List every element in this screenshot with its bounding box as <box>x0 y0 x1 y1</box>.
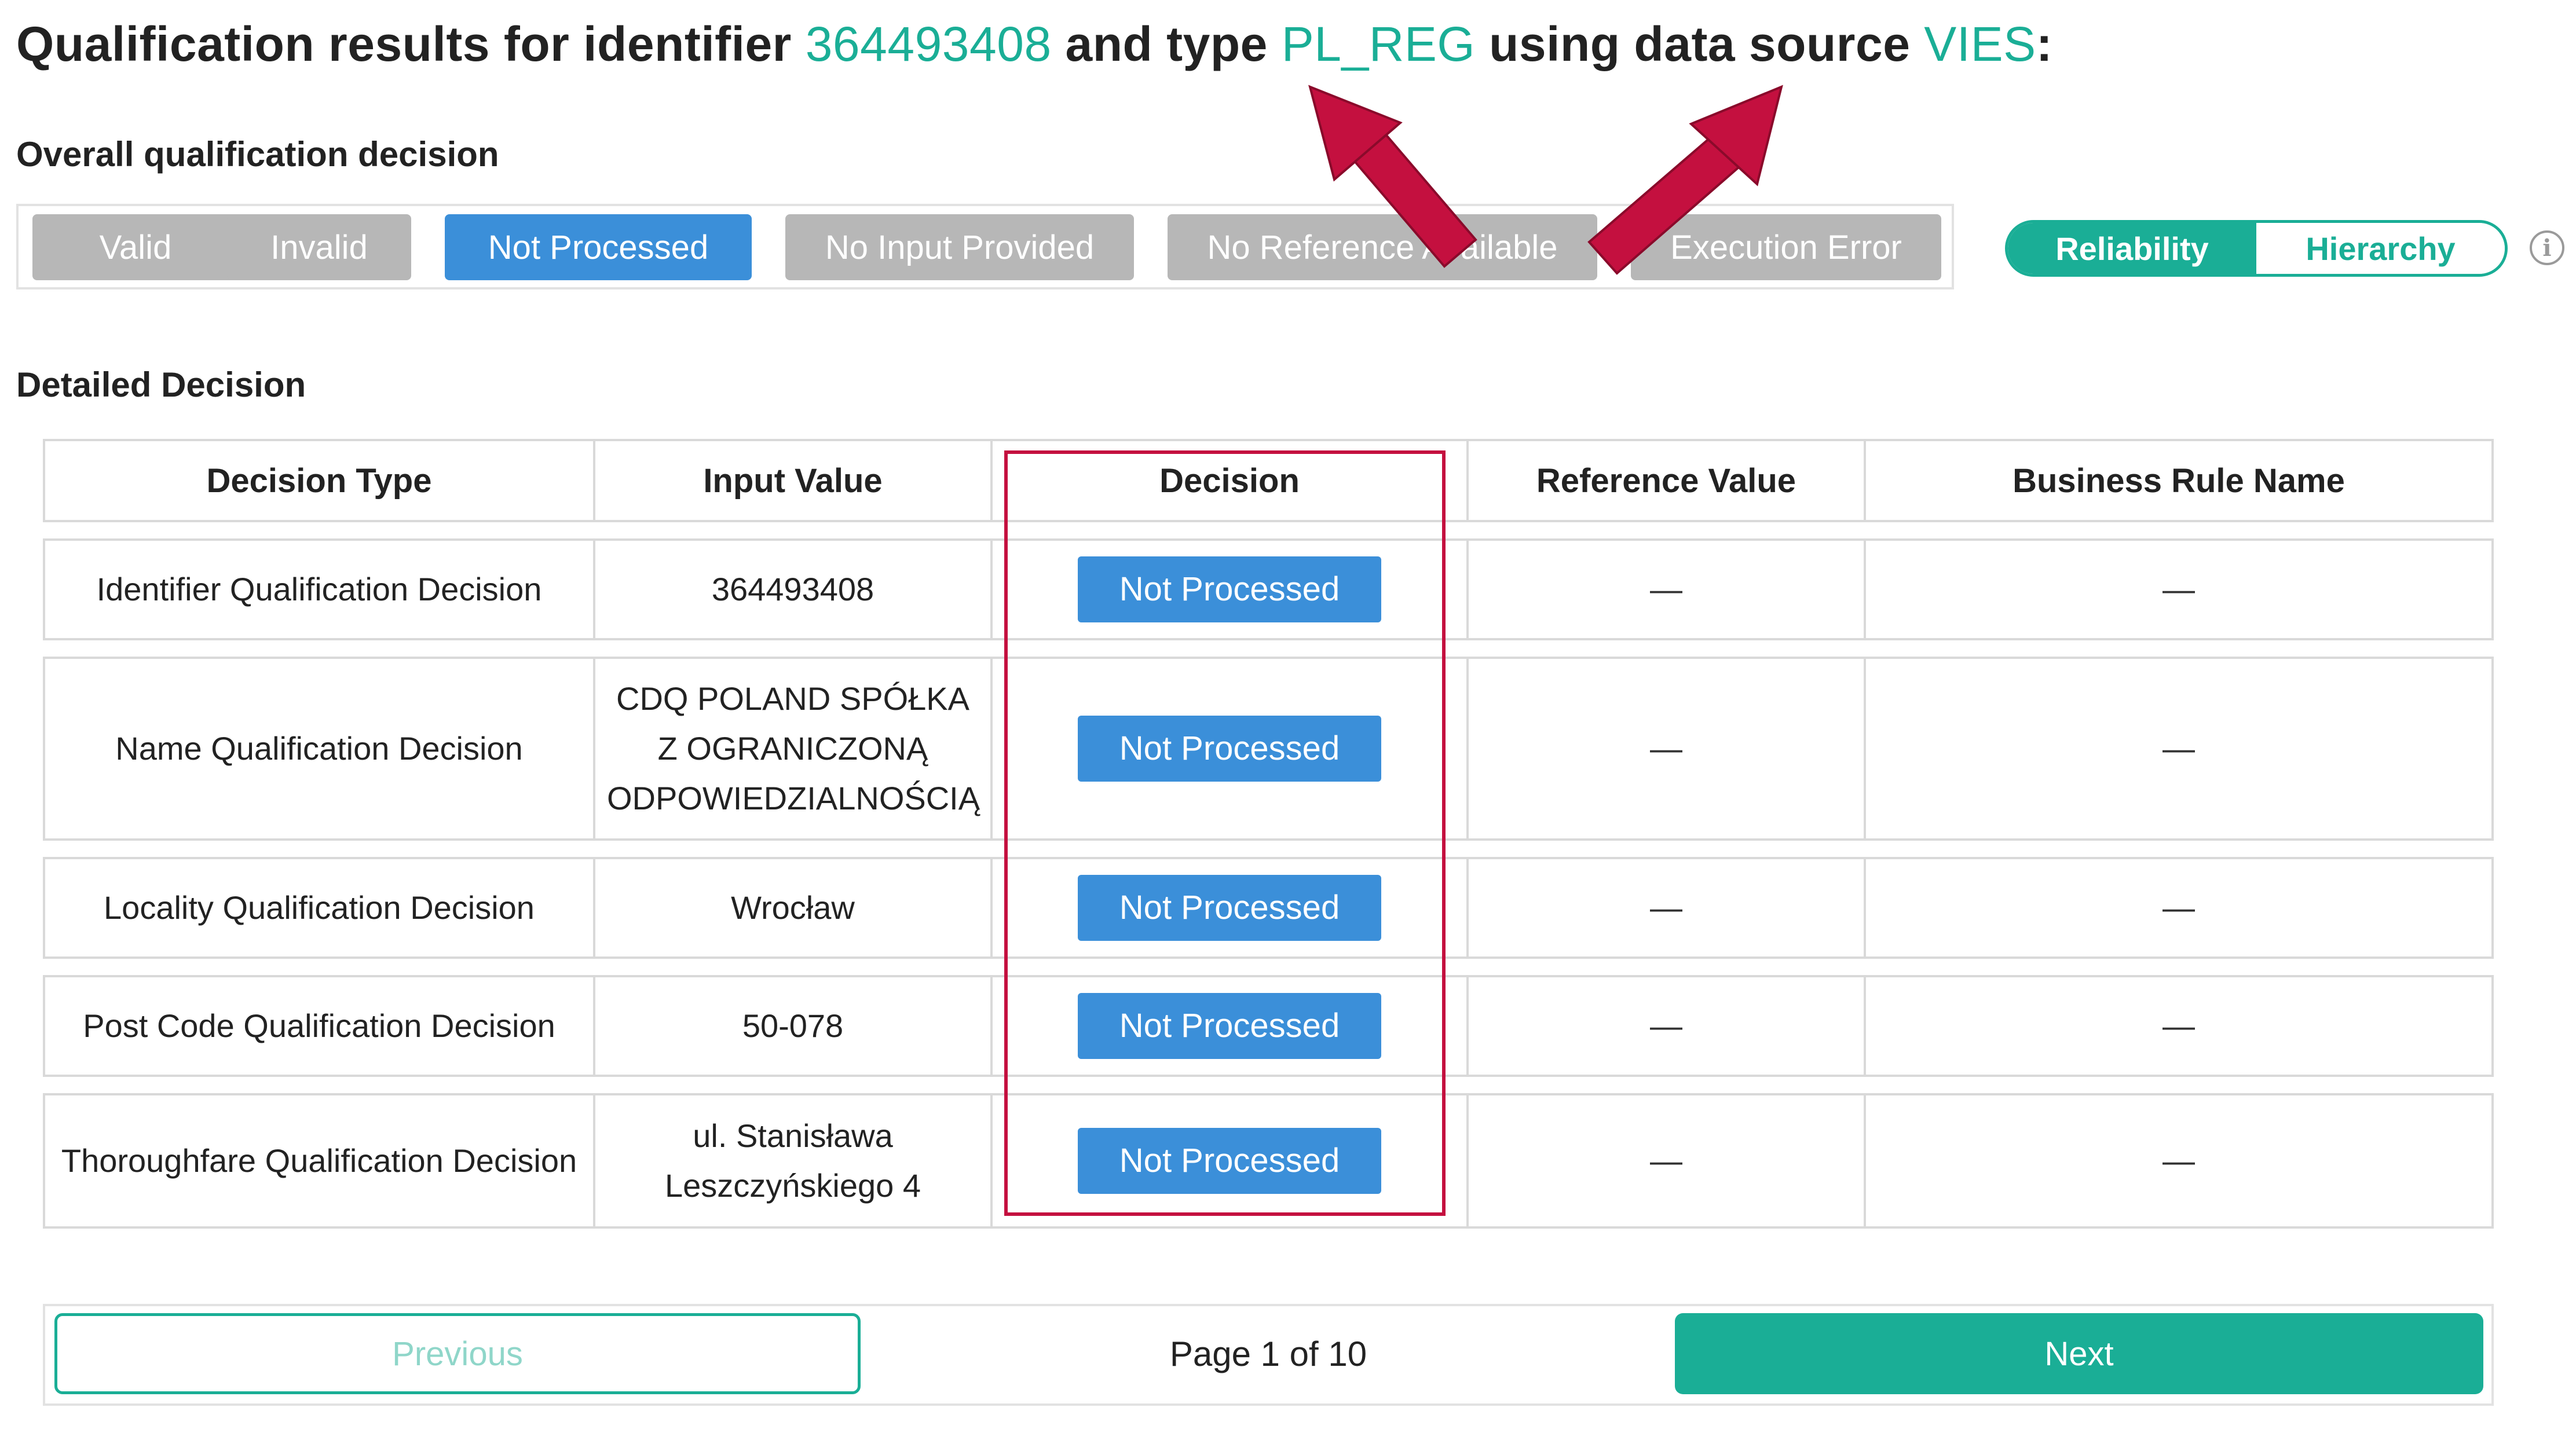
input-value-cell: ul. Stanisława Leszczyńskiego 4 <box>593 1093 990 1229</box>
type-value: PL_REG <box>1281 17 1476 71</box>
business-rule-cell: — <box>1864 657 2494 841</box>
overall-decision-heading: Overall qualification decision <box>16 135 499 174</box>
decision-cell: Not Processed <box>990 538 1466 640</box>
decision-cell: Not Processed <box>990 657 1466 841</box>
title-text: using data source <box>1475 17 1924 71</box>
input-value-line: CDQ POLAND SPÓŁKA <box>616 680 969 717</box>
input-value-line: Wrocław <box>731 889 855 926</box>
reliability-hierarchy-toggle: Reliability Hierarchy <box>2005 220 2508 277</box>
column-header: Decision Type <box>43 439 593 522</box>
input-value-cell: Wrocław <box>593 857 990 959</box>
decision-cell: Not Processed <box>990 1093 1466 1229</box>
title-text: and type <box>1051 17 1282 71</box>
chip-execution-error[interactable]: Execution Error <box>1631 214 1941 280</box>
decision-cell: Not Processed <box>990 975 1466 1077</box>
reference-value-cell: — <box>1466 657 1864 841</box>
identifier-value: 364493408 <box>805 17 1052 71</box>
reference-value-cell: — <box>1466 857 1864 959</box>
detailed-decision-table: Decision Type Input Value Decision Refer… <box>43 423 2494 1245</box>
input-value-line: 364493408 <box>711 571 874 607</box>
input-value-line: Z OGRANICZONĄ <box>657 730 928 767</box>
table-header-row: Decision Type Input Value Decision Refer… <box>43 439 2494 522</box>
reference-value-cell: — <box>1466 1093 1864 1229</box>
input-value-line: 50-078 <box>742 1007 844 1044</box>
table-row: Locality Qualification Decision Wrocław … <box>43 857 2494 959</box>
chip-no-reference-available[interactable]: No Reference Available <box>1168 214 1597 280</box>
reference-value-cell: — <box>1466 538 1864 640</box>
business-rule-cell: — <box>1864 538 2494 640</box>
title-suffix: : <box>2036 17 2053 71</box>
decision-type-cell: Identifier Qualification Decision <box>43 538 593 640</box>
column-header: Input Value <box>593 439 990 522</box>
info-icon[interactable]: i <box>2530 230 2564 265</box>
table-row: Name Qualification Decision CDQ POLAND S… <box>43 657 2494 841</box>
table-row: Post Code Qualification Decision 50-078 … <box>43 975 2494 1077</box>
not-processed-button[interactable]: Not Processed <box>1078 993 1381 1059</box>
title-prefix: Qualification results for identifier <box>16 17 806 71</box>
business-rule-cell: — <box>1864 1093 2494 1229</box>
page-indicator: Page 1 of 10 <box>1169 1334 1367 1373</box>
input-value-cell: 50-078 <box>593 975 990 1077</box>
decision-type-cell: Name Qualification Decision <box>43 657 593 841</box>
input-value-line: Leszczyńskiego 4 <box>664 1167 921 1204</box>
not-processed-button[interactable]: Not Processed <box>1078 875 1381 941</box>
business-rule-cell: — <box>1864 857 2494 959</box>
not-processed-button[interactable]: Not Processed <box>1078 716 1381 782</box>
chip-valid[interactable]: Valid <box>32 214 239 280</box>
page-title: Qualification results for identifier 364… <box>16 16 2052 72</box>
chip-no-input-provided[interactable]: No Input Provided <box>785 214 1134 280</box>
decision-type-cell: Post Code Qualification Decision <box>43 975 593 1077</box>
input-value-cell: 364493408 <box>593 538 990 640</box>
input-value-cell: CDQ POLAND SPÓŁKA Z OGRANICZONĄ ODPOWIED… <box>593 657 990 841</box>
toggle-hierarchy[interactable]: Hierarchy <box>2256 223 2505 274</box>
detailed-decision-heading: Detailed Decision <box>16 365 306 404</box>
reference-value-cell: — <box>1466 975 1864 1077</box>
business-rule-cell: — <box>1864 975 2494 1077</box>
chip-not-processed[interactable]: Not Processed <box>445 214 752 280</box>
not-processed-button[interactable]: Not Processed <box>1078 1128 1381 1194</box>
previous-button[interactable]: Previous <box>54 1313 861 1394</box>
data-source-value: VIES <box>1924 17 2036 71</box>
input-value-line: ul. Stanisława <box>693 1117 893 1154</box>
next-button[interactable]: Next <box>1675 1313 2483 1394</box>
table-row: Identifier Qualification Decision 364493… <box>43 538 2494 640</box>
decision-type-cell: Thoroughfare Qualification Decision <box>43 1093 593 1229</box>
column-header: Reference Value <box>1466 439 1864 522</box>
toggle-reliability[interactable]: Reliability <box>2008 223 2256 274</box>
column-header: Decision <box>990 439 1466 522</box>
chip-invalid[interactable]: Invalid <box>227 214 411 280</box>
not-processed-button[interactable]: Not Processed <box>1078 556 1381 622</box>
input-value-line: ODPOWIEDZIALNOŚCIĄ <box>607 780 980 816</box>
table-row: Thoroughfare Qualification Decision ul. … <box>43 1093 2494 1229</box>
column-header: Business Rule Name <box>1864 439 2494 522</box>
decision-type-cell: Locality Qualification Decision <box>43 857 593 959</box>
decision-cell: Not Processed <box>990 857 1466 959</box>
